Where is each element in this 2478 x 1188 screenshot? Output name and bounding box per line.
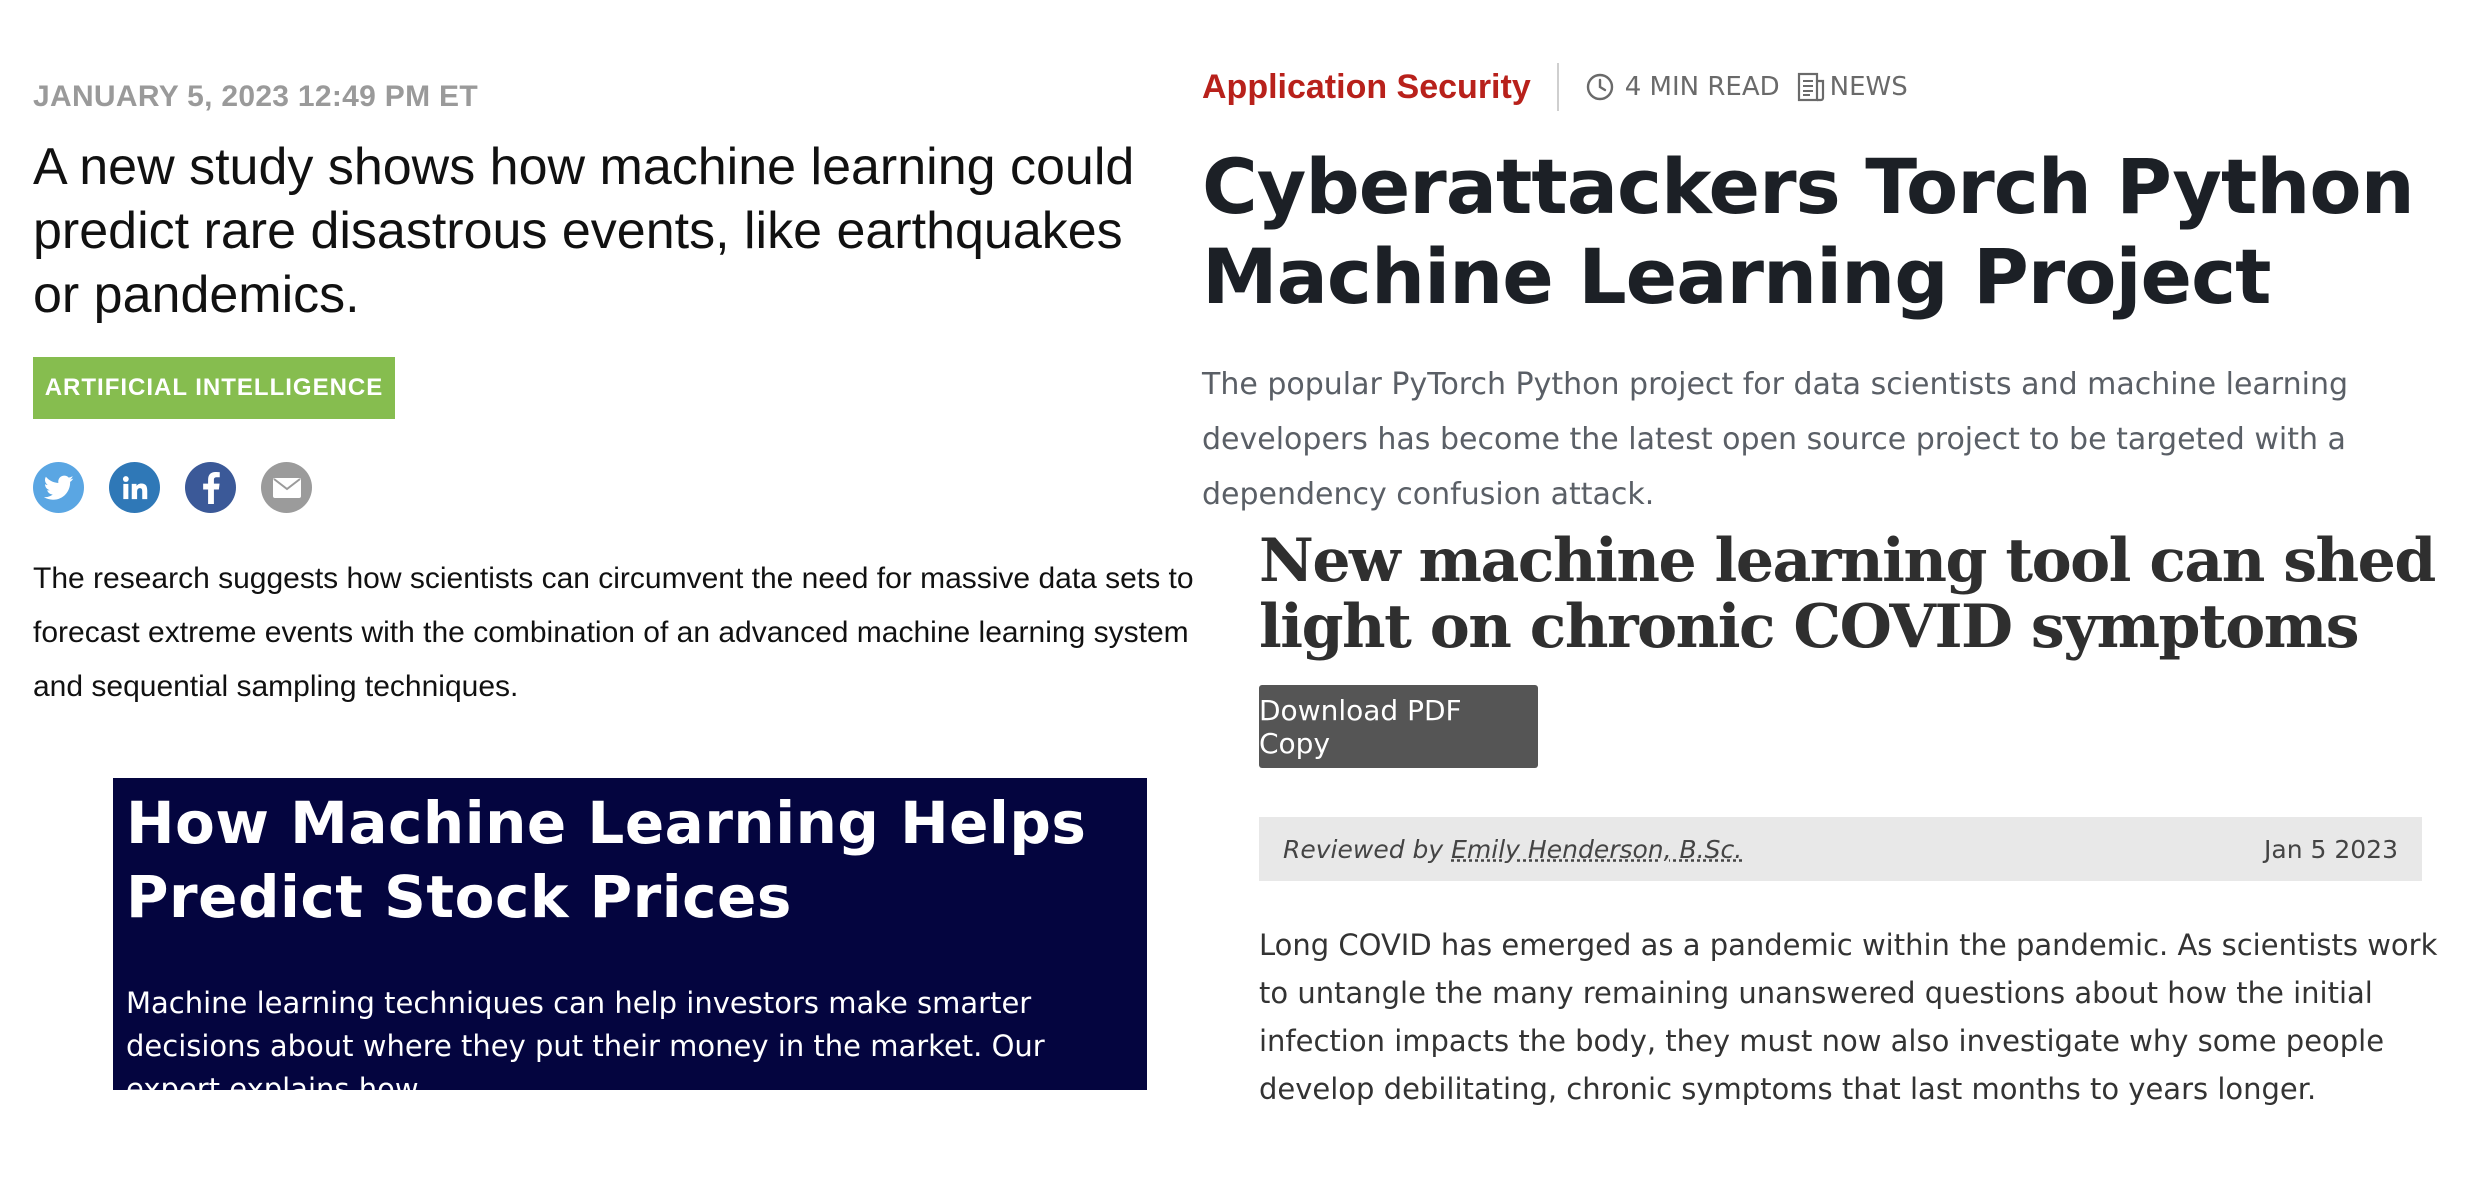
email-share-button[interactable] (261, 462, 312, 513)
reviewer-link[interactable]: Emily Henderson, B.Sc. (1451, 835, 1742, 864)
article-type: NEWS (1796, 71, 1908, 103)
read-time: 4 MIN READ (1585, 72, 1780, 102)
article-headline[interactable]: A new study shows how machine learning c… (33, 135, 1143, 327)
category-link[interactable]: Application Security (1202, 68, 1531, 107)
review-byline: Reviewed by Emily Henderson, B.Sc. (1283, 835, 1742, 864)
review-date: Jan 5 2023 (2264, 834, 2398, 864)
download-pdf-button[interactable]: Download PDF Copy (1259, 685, 1538, 768)
twitter-share-button[interactable] (33, 462, 84, 513)
share-bar (33, 462, 312, 513)
twitter-icon (43, 475, 73, 500)
linkedin-icon (122, 475, 147, 499)
review-bar: Reviewed by Emily Henderson, B.Sc. Jan 5… (1259, 817, 2422, 881)
cyber-article-dek: The popular PyTorch Python project for d… (1202, 367, 2349, 512)
facebook-share-button[interactable] (185, 462, 236, 513)
topic-tag-button[interactable]: ARTIFICIAL INTELLIGENCE (33, 357, 395, 419)
document-icon (1797, 72, 1824, 102)
stock-card-body: Machine learning techniques can help inv… (126, 986, 1045, 1106)
article-date: JANUARY 5, 2023 12:49 PM ET (33, 80, 478, 113)
article-summary: The research suggests how scientists can… (33, 562, 1194, 703)
linkedin-share-button[interactable] (109, 462, 160, 513)
covid-article-title[interactable]: New machine learning tool can shed light… (1259, 528, 2459, 660)
covid-article-body: Long COVID has emerged as a pandemic wit… (1259, 928, 2438, 1106)
article-meta-bar: Application Security 4 MIN READ NEWS (1202, 62, 1908, 112)
cyber-article-title[interactable]: Cyberattackers Torch Python Machine Lear… (1202, 142, 2462, 322)
meta-divider (1556, 63, 1559, 111)
email-icon (272, 477, 301, 498)
clock-icon (1586, 73, 1613, 101)
article-type-label: NEWS (1829, 72, 1908, 102)
reviewed-by-label: Reviewed by (1283, 834, 1444, 864)
read-time-label: 4 MIN READ (1624, 72, 1780, 102)
stock-card-title[interactable]: How Machine Learning Helps Predict Stock… (126, 786, 1136, 934)
facebook-icon (202, 471, 220, 504)
